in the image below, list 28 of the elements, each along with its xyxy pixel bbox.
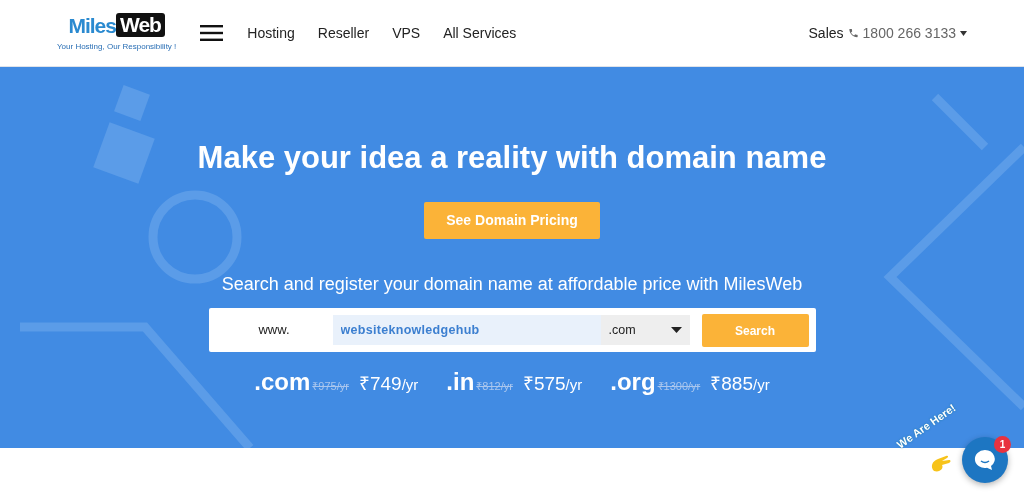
domain-extension: .org (610, 370, 656, 395)
nav-link[interactable]: Hosting (247, 22, 295, 44)
domain-extension: .in (446, 370, 475, 395)
menu-icon[interactable] (200, 25, 224, 41)
domain-price: ₹885/yr (710, 372, 770, 397)
domain-price: ₹749/yr (358, 372, 419, 397)
hero-subtitle: Search and register your domain name at affordable price with MilesWeb (221, 273, 803, 297)
old-price: ₹1300/yr (657, 379, 701, 395)
extension-select[interactable]: .com (600, 315, 690, 346)
www-label: www. (257, 321, 291, 340)
caret-icon (960, 30, 967, 36)
old-price: ₹975/yr (312, 379, 349, 395)
chat-bubble-icon (973, 448, 997, 472)
domain-input[interactable]: websiteknowledgehub (332, 315, 601, 346)
logo-text: Miles (68, 14, 116, 36)
nav-link[interactable]: VPS (392, 22, 421, 44)
hero-heading: Make your idea a reality with domain name (197, 139, 827, 177)
caret-icon (670, 327, 682, 334)
phone-icon (847, 27, 859, 39)
phone-link[interactable]: 1800 266 3133 (862, 22, 967, 44)
logo-tagline: Your Hosting, Our Responsibility ! (57, 41, 177, 53)
domain-extension: .com (254, 370, 311, 395)
nav-link[interactable]: Reseller (317, 22, 370, 44)
old-price: ₹812/yr (476, 379, 513, 395)
nav-link[interactable]: All Services (443, 22, 517, 44)
logo-text: Web (115, 13, 165, 37)
sales-label: Sales (808, 23, 844, 43)
domain-price: ₹575/yr (522, 372, 583, 397)
